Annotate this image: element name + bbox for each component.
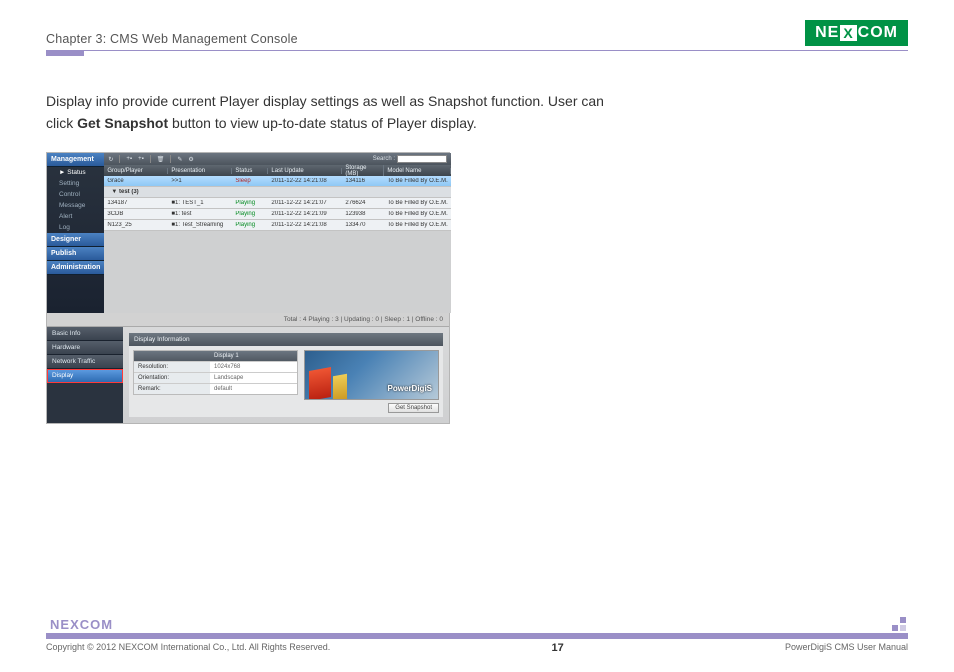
ss-sidebar: Management ► Status Setting Control Mess… [47,153,104,313]
footer-ornament-icon [892,617,908,633]
refresh-icon[interactable]: ↻ [108,156,113,163]
cell: ■1: test [168,211,232,217]
table-header: Group/Player Presentation Status Last Up… [104,165,450,176]
table-row[interactable]: N123_25 ■1: Test_Streaming Playing 2011-… [104,220,450,231]
cell: To Be Filled By O.E.M. [384,211,450,217]
logo-x: X [840,25,856,41]
cell: 134116 [342,178,384,184]
copyright-text: Copyright © 2012 NEXCOM International Co… [46,642,330,654]
nav-log[interactable]: Log [47,222,104,233]
cell-val: 1024x768 [210,362,297,372]
col-storage[interactable]: Storage (MB) [342,165,384,177]
cell: 276624 [342,200,384,206]
divider [46,50,908,51]
tab-hardware[interactable]: Hardware [47,341,123,355]
nav-message[interactable]: Message [47,200,104,211]
nav-control[interactable]: Control [47,189,104,200]
intro-paragraph: Display info provide current Player disp… [46,91,606,134]
nav-designer[interactable]: Designer [47,233,104,247]
table-row[interactable]: 3CDB ■1: test Playing 2011-12-22 14:21:0… [104,209,450,220]
search-input[interactable] [397,155,447,163]
cell: ■1: Test_Streaming [168,222,232,228]
nav-administration[interactable]: Administration [47,261,104,275]
cell: 134187 [104,200,168,206]
col-last[interactable]: Last Update [268,168,342,174]
table-row[interactable]: Grace >>1 Sleep 2011-12-22 14:21:08 1341… [104,176,450,187]
get-snapshot-button[interactable]: Get Snapshot [388,403,439,413]
intro-text: button to view up-to-date status of Play… [168,115,477,131]
tab-display[interactable]: Display [47,369,123,383]
logo-segment: NE [815,24,839,42]
col-presentation[interactable]: Presentation [168,168,232,174]
col-group[interactable]: Group/Player [104,168,168,174]
cell: >>1 [168,178,232,184]
col-model[interactable]: Model Name [384,168,450,174]
cell: To Be Filled By O.E.M. [384,222,450,228]
ss-main: ↻ +▪ +▪ 🗑 ✎ ⚙ Search : Group/Player [104,153,450,313]
intro-bold: Get Snapshot [77,115,168,131]
cell-key: Resolution: [134,362,210,372]
cell: To Be Filled By O.E.M. [384,178,450,184]
nav-alert[interactable]: Alert [47,211,104,222]
cell: 2011-12-22 14:21:09 [268,211,342,217]
table-row[interactable]: 134187 ■1: TEST_1 Playing 2011-12-22 14:… [104,198,450,209]
cell: Sleep [232,178,268,184]
cell: 133470 [342,222,384,228]
cell-val: Landscape [210,373,297,383]
cell: 3CDB [104,211,168,217]
nav-status[interactable]: ► Status [47,167,104,178]
detail-tabs: Basic Info Hardware Network Traffic Disp… [47,327,123,423]
cell: ■1: TEST_1 [168,200,232,206]
chapter-title: Chapter 3: CMS Web Management Console [46,32,298,46]
col-status[interactable]: Status [232,168,268,174]
accent-block [46,50,84,56]
cell: Playing [232,211,268,217]
display-info-heading: Display Information [129,333,443,346]
detail-panel: Display Information Display 1 Resolution… [123,327,449,423]
cell-key: Remark: [134,384,210,394]
ss-toolbar: ↻ +▪ +▪ 🗑 ✎ ⚙ Search : [104,153,450,165]
table-row: Orientation: Landscape [134,372,297,383]
edit-icon[interactable]: ✎ [177,156,182,163]
table-row: Remark: default [134,383,297,394]
cell: 2011-12-22 14:21:07 [268,200,342,206]
page-number: 17 [551,642,563,654]
cell: 2011-12-22 14:21:08 [268,178,342,184]
th-display1: Display 1 [214,353,239,359]
add-icon[interactable]: +▪ [126,156,132,162]
gear-icon[interactable]: ⚙ [188,156,193,163]
cell: 2011-12-22 14:21:08 [268,222,342,228]
nav-management[interactable]: Management [47,153,104,167]
add-icon-2[interactable]: +▪ [138,156,144,162]
cell-key: Orientation: [134,373,210,383]
table-group-row[interactable]: ▼ test (3) [104,187,450,198]
logo-segment: COM [858,24,898,42]
th-blank [138,353,214,359]
cell: Playing [232,200,268,206]
nav-setting[interactable]: Setting [47,178,104,189]
search-label: Search : [373,156,395,162]
status-summary: Total : 4 Playing : 3 | Updating : 0 | S… [47,313,449,326]
cell: Grace [104,178,168,184]
cell: ▼ test (3) [108,189,450,195]
delete-icon[interactable]: 🗑 [157,156,165,163]
tab-network-traffic[interactable]: Network Traffic [47,355,123,369]
cell: N123_25 [104,222,168,228]
nav-publish[interactable]: Publish [47,247,104,261]
embedded-screenshot: Management ► Status Setting Control Mess… [46,152,450,424]
manual-name: PowerDigiS CMS User Manual [785,642,908,654]
snapshot-overlay-title: PowerDigiS [388,384,432,393]
footer-logo: NEXCOM [46,616,117,633]
snapshot-image: PowerDigiS [304,350,439,400]
cell: Playing [232,222,268,228]
cell-val: default [210,384,297,394]
tab-basic-info[interactable]: Basic Info [47,327,123,341]
page-footer: NEXCOM Copyright © 2012 NEXCOM Internati… [46,616,908,654]
nexcom-logo: NEXCOM [805,20,908,46]
display-info-table: Display 1 Resolution: 1024x768 Orientati… [133,350,298,395]
cell: To Be Filled By O.E.M. [384,200,450,206]
table-row: Resolution: 1024x768 [134,361,297,372]
cell: 123938 [342,211,384,217]
